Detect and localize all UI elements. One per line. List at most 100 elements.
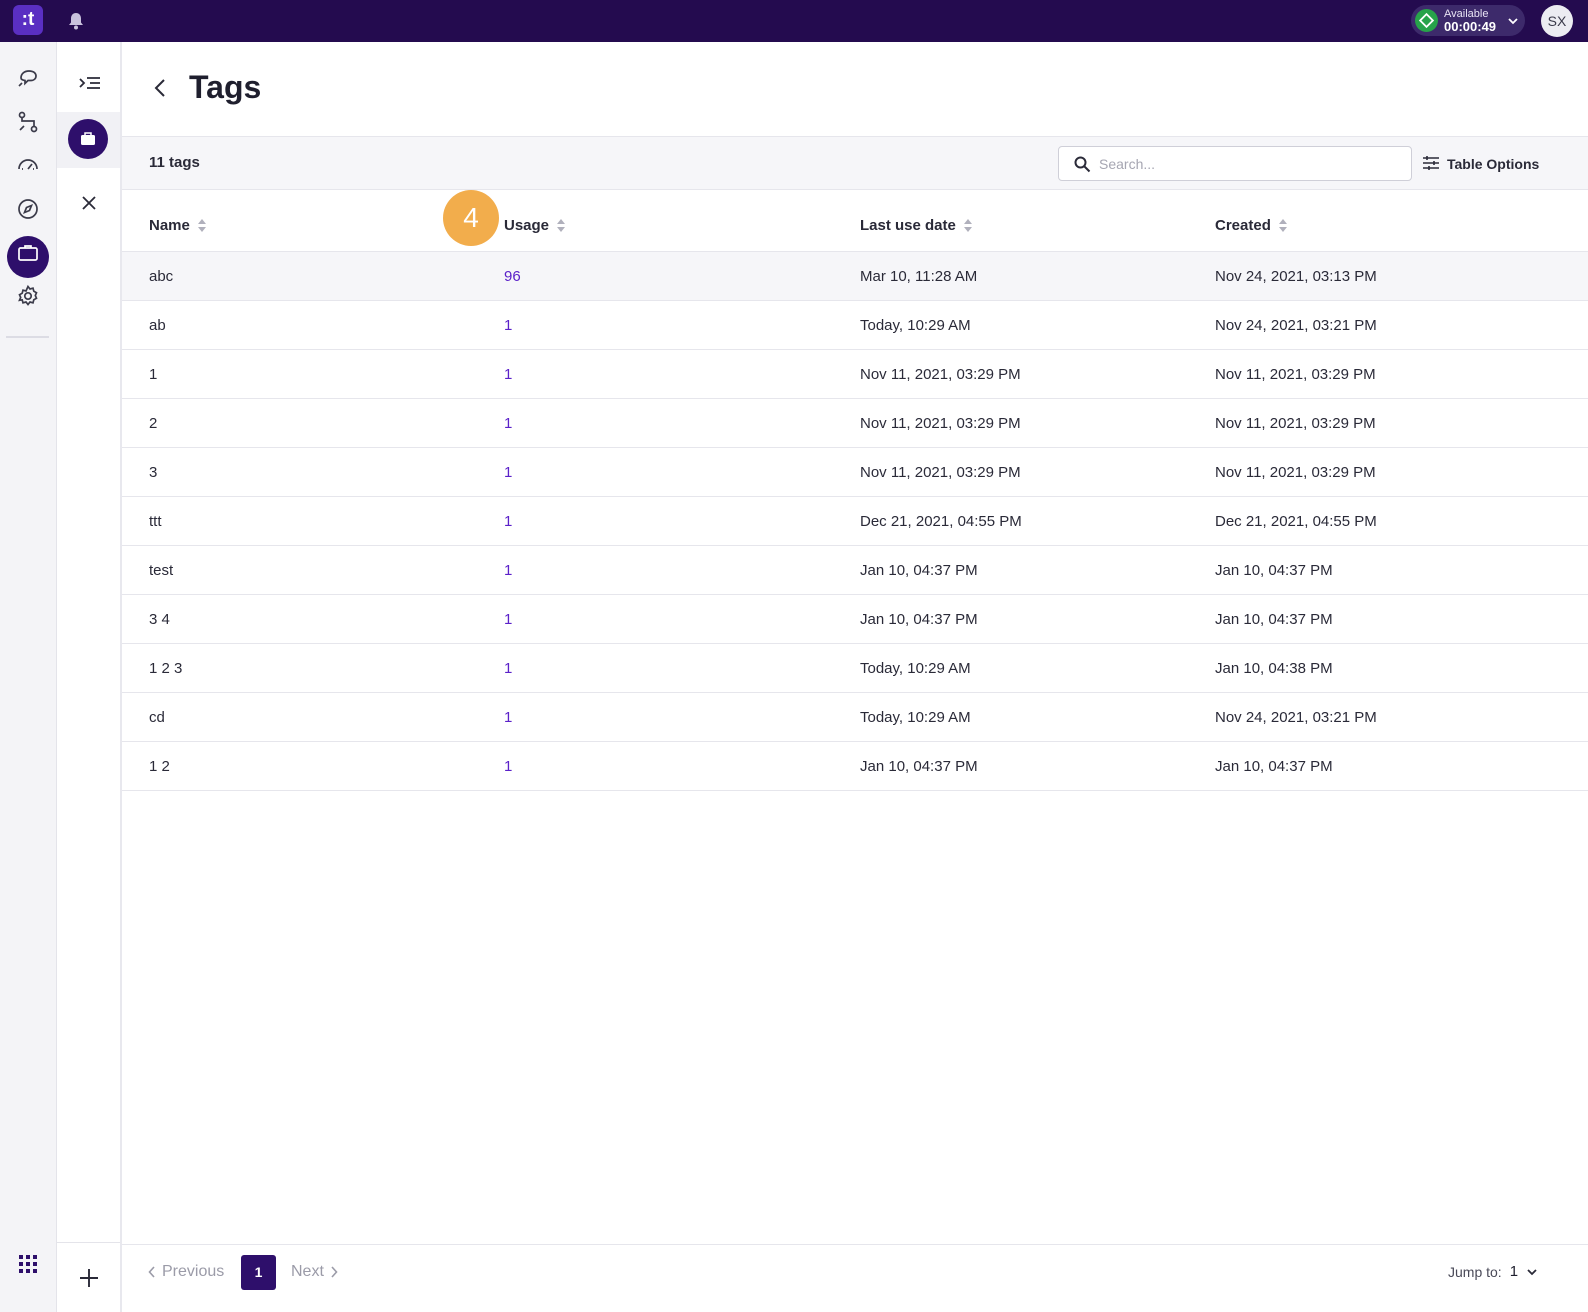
table-row[interactable]: 2 1 Nov 11, 2021, 03:29 PM Nov 11, 2021,… xyxy=(122,399,1588,448)
created-date: Nov 11, 2021, 03:29 PM xyxy=(1215,415,1376,432)
secondary-nav xyxy=(57,42,122,1312)
tag-count: 11 tags xyxy=(149,154,200,171)
created-date: Nov 11, 2021, 03:29 PM xyxy=(1215,366,1376,383)
jump-label: Jump to: xyxy=(1448,1263,1502,1280)
left-rail xyxy=(0,42,57,1312)
briefcase-icon[interactable] xyxy=(68,119,108,159)
main-content: Tags 11 tags Table Options Name Usage La… xyxy=(122,42,1588,1312)
top-bar: :t Available 00:00:49 SX xyxy=(0,0,1588,42)
column-header-name[interactable]: Name xyxy=(149,217,207,234)
chevron-left-icon xyxy=(148,1266,155,1278)
table-row[interactable]: 3 4 1 Jan 10, 04:37 PM Jan 10, 04:37 PM xyxy=(122,595,1588,644)
last-use-date: Today, 10:29 AM xyxy=(860,317,971,334)
sort-icon xyxy=(557,219,566,232)
created-date: Jan 10, 04:37 PM xyxy=(1215,758,1333,775)
column-header-last-use-date[interactable]: Last use date xyxy=(860,217,973,234)
compass-icon[interactable] xyxy=(14,195,42,223)
created-date: Nov 24, 2021, 03:21 PM xyxy=(1215,317,1377,334)
table-row[interactable]: 1 1 Nov 11, 2021, 03:29 PM Nov 11, 2021,… xyxy=(122,350,1588,399)
table-row[interactable]: cd 1 Today, 10:29 AM Nov 24, 2021, 03:21… xyxy=(122,693,1588,742)
table-row[interactable]: test 1 Jan 10, 04:37 PM Jan 10, 04:37 PM xyxy=(122,546,1588,595)
tag-name: 3 xyxy=(149,464,158,481)
table-row[interactable]: ttt 1 Dec 21, 2021, 04:55 PM Dec 21, 202… xyxy=(122,497,1588,546)
tag-name: 2 xyxy=(149,415,158,432)
table-options-button[interactable]: Table Options xyxy=(1422,153,1539,175)
last-use-date: Today, 10:29 AM xyxy=(860,660,971,677)
sort-icon xyxy=(963,219,972,232)
table-body: abc 96 Mar 10, 11:28 AM Nov 24, 2021, 03… xyxy=(122,252,1588,791)
user-avatar[interactable]: SX xyxy=(1541,5,1573,37)
briefcase-icon[interactable] xyxy=(14,239,42,267)
table-toolbar: 11 tags Table Options xyxy=(122,137,1588,190)
created-date: Jan 10, 04:37 PM xyxy=(1215,562,1333,579)
speedometer-icon[interactable] xyxy=(14,150,42,178)
column-header-label: Created xyxy=(1215,217,1271,234)
tag-name: cd xyxy=(149,709,165,726)
close-icon[interactable] xyxy=(79,193,99,213)
collapse-menu-icon[interactable] xyxy=(78,74,102,94)
table-row[interactable]: 1 2 3 1 Today, 10:29 AM Jan 10, 04:38 PM xyxy=(122,644,1588,693)
page-number-button[interactable]: 1 xyxy=(241,1255,276,1290)
table-row[interactable]: abc 96 Mar 10, 11:28 AM Nov 24, 2021, 03… xyxy=(122,252,1588,301)
usage-link[interactable]: 1 xyxy=(504,758,512,775)
page-title: Tags xyxy=(189,69,262,105)
last-use-date: Nov 11, 2021, 03:29 PM xyxy=(860,366,1021,383)
usage-link[interactable]: 1 xyxy=(504,317,512,334)
created-date: Nov 11, 2021, 03:29 PM xyxy=(1215,464,1376,481)
tag-name: test xyxy=(149,562,174,579)
pagination-bar: Previous 1 Next Jump to: 1 xyxy=(122,1244,1588,1312)
usage-link[interactable]: 1 xyxy=(504,562,512,579)
tag-name: ab xyxy=(149,317,166,334)
chevron-down-icon xyxy=(1527,1268,1537,1275)
app-logo[interactable]: :t xyxy=(13,5,43,35)
last-use-date: Jan 10, 04:37 PM xyxy=(860,562,978,579)
tag-name: 3 4 xyxy=(149,611,170,628)
status-indicator xyxy=(1415,9,1438,32)
apps-grid-icon[interactable] xyxy=(14,1250,42,1278)
usage-link[interactable]: 1 xyxy=(504,709,512,726)
usage-link[interactable]: 1 xyxy=(504,513,512,530)
search-input[interactable] xyxy=(1099,153,1399,175)
usage-link[interactable]: 96 xyxy=(504,268,521,285)
previous-page-button[interactable]: Previous xyxy=(148,1263,224,1281)
table-header: Name Usage Last use date Created xyxy=(122,190,1588,252)
tag-name: ttt xyxy=(149,513,162,530)
last-use-date: Nov 11, 2021, 03:29 PM xyxy=(860,415,1021,432)
column-header-label: Name xyxy=(149,217,190,234)
search-box[interactable] xyxy=(1058,146,1412,181)
column-header-created[interactable]: Created xyxy=(1215,217,1288,234)
next-page-button[interactable]: Next xyxy=(291,1263,338,1281)
last-use-date: Jan 10, 04:37 PM xyxy=(860,611,978,628)
gear-icon[interactable] xyxy=(14,282,42,310)
table-row[interactable]: 3 1 Nov 11, 2021, 03:29 PM Nov 11, 2021,… xyxy=(122,448,1588,497)
last-use-date: Dec 21, 2021, 04:55 PM xyxy=(860,513,1022,530)
column-header-label: Last use date xyxy=(860,217,956,234)
usage-link[interactable]: 1 xyxy=(504,415,512,432)
back-arrow-icon[interactable] xyxy=(150,76,170,100)
column-header-usage[interactable]: Usage xyxy=(504,217,566,234)
usage-link[interactable]: 1 xyxy=(504,366,512,383)
search-icon xyxy=(1073,155,1091,173)
availability-status-dropdown[interactable]: Available 00:00:49 xyxy=(1411,5,1525,36)
jump-select-value[interactable]: 1 xyxy=(1510,1263,1518,1280)
status-timer: 00:00:49 xyxy=(1444,19,1497,34)
usage-link[interactable]: 1 xyxy=(504,464,512,481)
usage-link[interactable]: 1 xyxy=(504,660,512,677)
sort-icon xyxy=(197,219,206,232)
created-date: Dec 21, 2021, 04:55 PM xyxy=(1215,513,1377,530)
chevron-right-icon xyxy=(331,1266,338,1278)
flow-icon[interactable] xyxy=(14,108,42,136)
bell-icon[interactable] xyxy=(65,10,87,32)
column-header-label: Usage xyxy=(504,217,550,234)
usage-link[interactable]: 1 xyxy=(504,611,512,628)
plus-icon[interactable] xyxy=(78,1267,100,1289)
last-use-date: Jan 10, 04:37 PM xyxy=(860,758,978,775)
table-row[interactable]: ab 1 Today, 10:29 AM Nov 24, 2021, 03:21… xyxy=(122,301,1588,350)
subnav-footer xyxy=(57,1242,120,1312)
table-row[interactable]: 1 2 1 Jan 10, 04:37 PM Jan 10, 04:37 PM xyxy=(122,742,1588,791)
jump-to-page[interactable]: Jump to: 1 xyxy=(1448,1263,1538,1280)
next-label: Next xyxy=(291,1263,324,1280)
last-use-date: Nov 11, 2021, 03:29 PM xyxy=(860,464,1021,481)
chat-icon[interactable] xyxy=(14,64,42,92)
tag-name: 1 2 xyxy=(149,758,170,775)
